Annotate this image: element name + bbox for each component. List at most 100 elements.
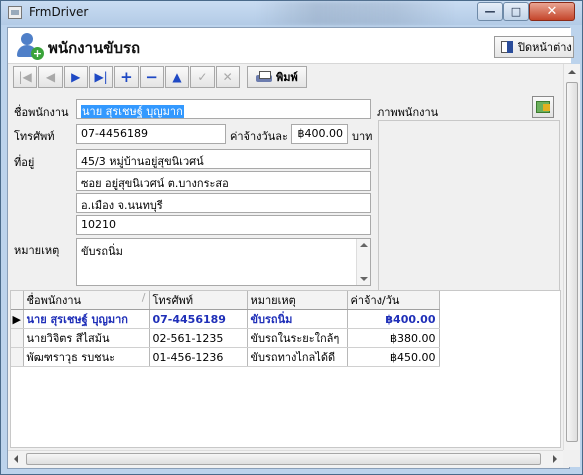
add-record-button[interactable]: +: [114, 66, 139, 88]
close-page-label: ปิดหน้าต่าง: [518, 41, 572, 54]
horizontal-scroll-thumb[interactable]: [26, 453, 541, 465]
row-indicator: [11, 347, 24, 367]
employee-photo[interactable]: [378, 120, 560, 312]
note-field[interactable]: ขับรถนิ่ม: [76, 238, 371, 286]
print-button[interactable]: พิมพ์: [246, 66, 308, 88]
prev-record-button[interactable]: ◀: [38, 66, 63, 88]
note-value: ขับรถนิ่ม: [81, 245, 123, 258]
minimize-button[interactable]: —: [477, 2, 503, 21]
window-title: FrmDriver: [29, 5, 89, 19]
cancel-icon: ✕: [222, 70, 233, 84]
table-row[interactable]: ▶ นาย สุรเชษฐ์ บุญมาก 07-4456189 ขับรถนิ…: [11, 309, 440, 329]
vertical-scroll-thumb[interactable]: [566, 82, 578, 442]
cell-wage[interactable]: ฿380.00: [347, 328, 440, 348]
address-line3-field[interactable]: อ.เมือง จ.นนทบุรี: [76, 193, 371, 213]
grid-header-row: ชื่อพนักงาน / โทรศัพท์ หมายเหตุ ค่าจ้าง/ว…: [11, 291, 440, 310]
load-photo-button[interactable]: [532, 96, 554, 118]
prev-icon: ◀: [45, 70, 56, 84]
form-client-area: + พนักงานขับรถ ปิดหน้าต่าง |◀ ◀ ▶ ▶| + −…: [7, 27, 580, 469]
scroll-up-icon[interactable]: [568, 70, 576, 74]
last-icon: ▶|: [94, 70, 108, 84]
cell-name[interactable]: นาย สุรเชษฐ์ บุญมาก: [23, 309, 150, 329]
picture-icon: [536, 101, 550, 113]
exit-door-icon: [501, 41, 513, 53]
row-indicator-header: [11, 291, 24, 310]
table-row[interactable]: พัฒฑราวุธ รบชนะ 01-456-1236 ขับรถทางไกลไ…: [11, 347, 440, 367]
employee-grid: ชื่อพนักงาน / โทรศัพท์ หมายเหตุ ค่าจ้าง/ว…: [10, 290, 561, 448]
column-header-phone[interactable]: โทรศัพท์: [149, 291, 248, 310]
cell-phone[interactable]: 02-561-1235: [149, 328, 248, 348]
horizontal-scrollbar[interactable]: [8, 450, 563, 467]
printer-icon: [256, 71, 273, 83]
note-scrollbar[interactable]: [356, 239, 370, 285]
maximize-button[interactable]: □: [503, 2, 529, 21]
app-icon: [8, 6, 22, 19]
address-label: ที่อยู่: [14, 156, 35, 169]
size-grip[interactable]: [563, 450, 580, 467]
last-record-button[interactable]: ▶|: [88, 66, 114, 88]
post-record-button[interactable]: ✓: [190, 66, 215, 88]
column-header-note[interactable]: หมายเหตุ: [247, 291, 348, 310]
print-label: พิมพ์: [276, 71, 298, 84]
phone-label: โทรศัพท์: [14, 130, 55, 143]
cell-name[interactable]: นายวิจิตร สีไสม้น: [23, 328, 150, 348]
blurred-background-title: [256, 1, 456, 25]
cell-note[interactable]: ขับรถนิ่ม: [247, 309, 348, 329]
scroll-right-icon[interactable]: [553, 455, 557, 463]
daily-wage-field[interactable]: ฿400.00: [291, 124, 348, 144]
triangle-up-icon: ▲: [172, 70, 182, 84]
cell-phone[interactable]: 07-4456189: [149, 309, 248, 329]
form-header: + พนักงานขับรถ ปิดหน้าต่าง: [8, 28, 574, 64]
wage-unit-label: บาท: [352, 130, 373, 143]
vertical-scrollbar[interactable]: [563, 64, 580, 465]
add-user-icon: +: [14, 31, 44, 61]
close-window-button[interactable]: ✕: [529, 2, 575, 21]
address-line2-field[interactable]: ซอย อยู่สุขนิเวศน์ ต.บางกระสอ: [76, 171, 371, 191]
check-icon: ✓: [197, 70, 208, 84]
note-label: หมายเหตุ: [14, 244, 60, 257]
row-indicator: [11, 328, 24, 348]
daily-wage-value: ฿400.00: [297, 127, 344, 140]
postal-code-value: 10210: [81, 218, 116, 231]
scroll-left-icon[interactable]: [14, 455, 18, 463]
delete-record-button[interactable]: −: [139, 66, 164, 88]
close-page-button[interactable]: ปิดหน้าต่าง: [494, 36, 574, 58]
employee-name-field[interactable]: นาย สุรเชษฐ์ บุญมาก: [76, 99, 371, 119]
minus-icon: −: [145, 67, 158, 86]
next-icon: ▶: [71, 70, 81, 84]
minimize-icon: —: [484, 5, 496, 18]
address-line3-value: อ.เมือง จ.นนทบุรี: [81, 199, 163, 212]
phone-value: 07-4456189: [81, 127, 148, 140]
plus-icon: +: [120, 67, 133, 86]
table-row[interactable]: นายวิจิตร สีไสม้น 02-561-1235 ขับรถในระย…: [11, 328, 440, 348]
cell-name[interactable]: พัฒฑราวุธ รบชนะ: [23, 347, 150, 367]
postal-code-field[interactable]: 10210: [76, 215, 371, 235]
cell-note[interactable]: ขับรถในระยะใกล้ๆ: [247, 328, 348, 348]
address-line1-field[interactable]: 45/3 หมู่บ้านอยู่สุขนิเวศน์: [76, 149, 371, 169]
current-row-indicator: ▶: [11, 309, 24, 329]
address-line2-value: ซอย อยู่สุขนิเวศน์ ต.บางกระสอ: [81, 177, 229, 190]
maximize-icon: □: [510, 5, 522, 18]
phone-field[interactable]: 07-4456189: [76, 124, 226, 144]
first-icon: |◀: [18, 70, 32, 84]
first-record-button[interactable]: |◀: [13, 66, 38, 88]
cell-phone[interactable]: 01-456-1236: [149, 347, 248, 367]
close-icon: ✕: [546, 4, 558, 19]
employee-name-value: นาย สุรเชษฐ์ บุญมาก: [81, 105, 184, 118]
address-line1-value: 45/3 หมู่บ้านอยู่สุขนิเวศน์: [81, 155, 204, 168]
cancel-record-button[interactable]: ✕: [215, 66, 240, 88]
page-title: พนักงานขับรถ: [48, 39, 141, 57]
employee-table: ชื่อพนักงาน / โทรศัพท์ หมายเหตุ ค่าจ้าง/ว…: [11, 291, 440, 367]
name-label: ชื่อพนักงาน: [14, 106, 69, 119]
next-record-button[interactable]: ▶: [63, 66, 88, 88]
navigator-toolbar: |◀ ◀ ▶ ▶| + − ▲ ✓ ✕ พิมพ์: [13, 66, 308, 90]
app-window: FrmDriver — □ ✕ + พนักงานขับรถ ปิดหน้าต่…: [0, 0, 583, 475]
cell-note[interactable]: ขับรถทางไกลได้ดี: [247, 347, 348, 367]
title-bar[interactable]: FrmDriver — □ ✕: [1, 1, 582, 25]
cell-wage[interactable]: ฿450.00: [347, 347, 440, 367]
column-header-name[interactable]: ชื่อพนักงาน /: [23, 291, 150, 310]
cell-wage[interactable]: ฿400.00: [347, 309, 440, 329]
photo-label: ภาพพนักงาน: [377, 106, 439, 119]
column-header-wage[interactable]: ค่าจ้าง/วัน: [347, 291, 440, 310]
edit-record-button[interactable]: ▲: [164, 66, 190, 88]
